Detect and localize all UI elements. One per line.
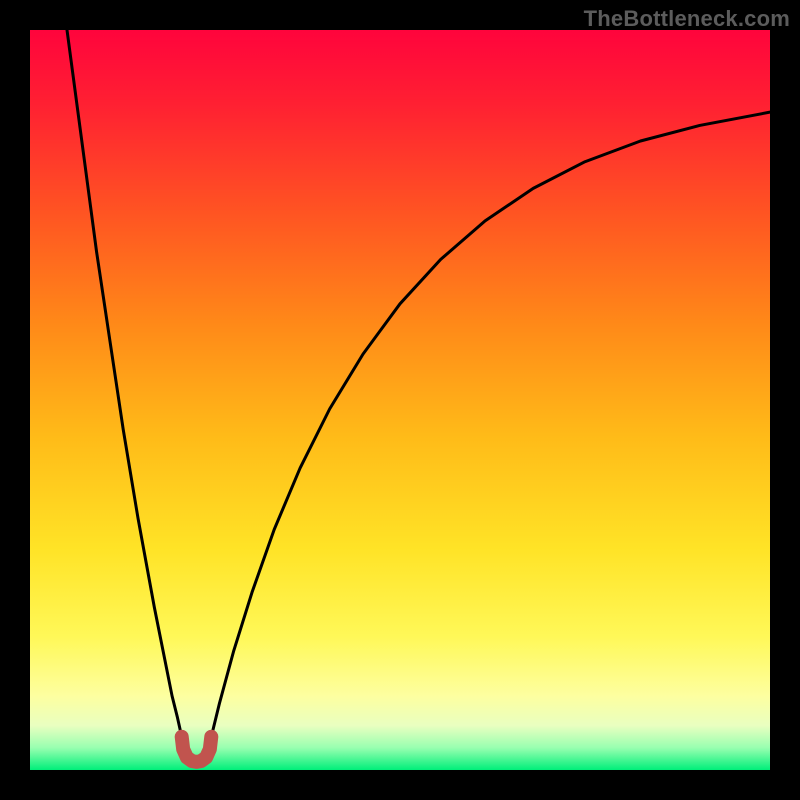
chart-frame xyxy=(30,30,770,770)
chart-background xyxy=(30,30,770,770)
watermark-text: TheBottleneck.com xyxy=(584,6,790,32)
chart-svg xyxy=(30,30,770,770)
